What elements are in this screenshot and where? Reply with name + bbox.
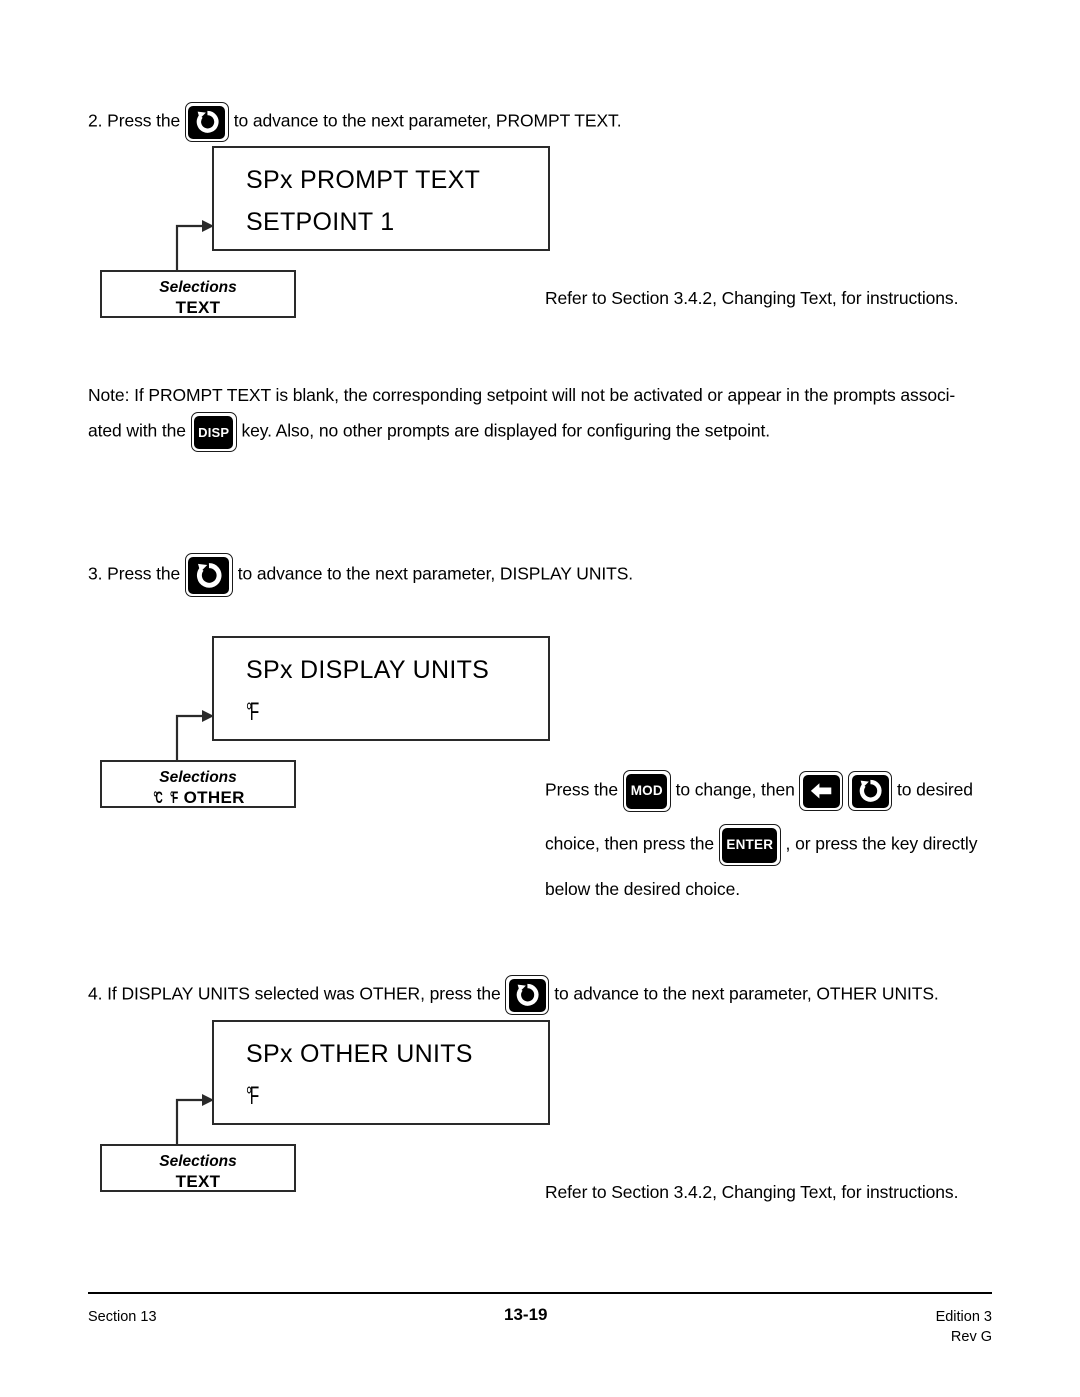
document-page: 2. Press the to advance to the next para…: [0, 0, 1080, 1397]
change-text-a: Press the: [545, 779, 619, 800]
step-2-number: 2.: [88, 110, 103, 131]
footer-page-number: 13-19: [504, 1305, 548, 1324]
selections-box-prompt-text: Selections TEXT: [100, 270, 296, 318]
lcd-degree-unit: °F: [246, 698, 259, 726]
step-4-instruction: 4. If DISPLAY UNITS selected was OTHER, …: [88, 975, 939, 1015]
selections-title: Selections: [159, 769, 237, 786]
step-2-refer-note: Refer to Section 3.4.2, Changing Text, f…: [545, 288, 959, 308]
change-text-c: to desired: [897, 779, 973, 800]
step-4-number: 4.: [88, 983, 103, 1004]
footer-divider: [88, 1292, 992, 1294]
step-2-instruction: 2. Press the to advance to the next para…: [88, 102, 622, 142]
step-4-text-before: If DISPLAY UNITS selected was OTHER, pre…: [107, 983, 501, 1004]
change-text-b: to change, then: [675, 779, 795, 800]
lcd-degree-unit: °F: [246, 1082, 259, 1110]
note-line-2-before: ated with the: [88, 420, 186, 441]
change-instruction-line-3: below the desired choice.: [545, 879, 740, 899]
key-cap: ENTER: [722, 827, 778, 863]
lcd-line-2: °F: [246, 698, 263, 727]
footer-edition: Edition 3: [935, 1309, 992, 1325]
selections-box-other-units: Selections TEXT: [100, 1144, 296, 1192]
key-cap: [188, 556, 230, 594]
footer-revision: Rev G: [950, 1329, 992, 1345]
step-2-text-before: Press the: [107, 110, 181, 131]
note-line-2: ated with the DISP key. Also, no other p…: [88, 412, 770, 452]
disp-key[interactable]: DISP: [190, 412, 237, 452]
left-arrow-icon[interactable]: [799, 771, 844, 811]
step-3-text-after: to advance to the next parameter, DISPLA…: [237, 563, 634, 584]
mod-key[interactable]: MOD: [622, 770, 671, 812]
selections-box-display-units: Selections °C °F OTHER: [100, 760, 296, 808]
selections-values: TEXT: [175, 298, 221, 317]
step-3-instruction: 3. Press the to advance to the next para…: [88, 553, 633, 597]
step-3-number: 3.: [88, 563, 103, 584]
footer-section: Section 13: [88, 1309, 157, 1325]
change-text-d: choice, then press the: [545, 833, 715, 854]
key-cap: MOD: [626, 773, 668, 809]
circular-arrow-advance-icon[interactable]: [505, 975, 550, 1015]
key-cap: [851, 774, 889, 808]
lcd-display-other-units: SPx OTHER UNITS °F: [212, 1020, 550, 1125]
circular-arrow-advance-icon[interactable]: [184, 102, 229, 142]
change-instruction-line-1: Press the MOD to change, then to desired: [545, 770, 973, 812]
lcd-line-2: °F: [246, 1082, 263, 1111]
change-instruction-line-2: choice, then press the ENTER , or press …: [545, 824, 977, 866]
selections-values: °C °F OTHER: [102, 787, 294, 808]
step-4-text-after: to advance to the next parameter, OTHER …: [554, 983, 939, 1004]
note-line-1: Note: If PROMPT TEXT is blank, the corre…: [88, 385, 956, 405]
key-cap: [188, 105, 226, 139]
note-line-2-after: key. Also, no other prompts are displaye…: [241, 420, 771, 441]
lcd-line-1: SPx OTHER UNITS: [246, 1040, 473, 1068]
step-3-text-before: Press the: [107, 563, 181, 584]
lcd-display-prompt-text: SPx PROMPT TEXT SETPOINT 1: [212, 146, 550, 251]
lcd-line-1: SPx PROMPT TEXT: [246, 166, 481, 194]
lcd-display-display-units: SPx DISPLAY UNITS °F: [212, 636, 550, 741]
step-2-text-after: to advance to the next parameter, PROMPT…: [233, 110, 622, 131]
selections-title: Selections: [159, 1153, 237, 1170]
lcd-line-2: SETPOINT 1: [246, 208, 395, 236]
selection-option-fahrenheit: °F: [170, 788, 178, 807]
enter-key[interactable]: ENTER: [718, 824, 781, 866]
lcd-line-1: SPx DISPLAY UNITS: [246, 656, 490, 684]
enter-key-label: ENTER: [726, 837, 774, 853]
key-cap: DISP: [194, 415, 234, 449]
circular-arrow-advance-icon[interactable]: [848, 771, 893, 811]
selections-values: TEXT: [175, 1172, 221, 1191]
key-cap: [508, 978, 546, 1012]
mod-key-label: MOD: [630, 783, 663, 799]
selection-option-other: OTHER: [183, 788, 245, 807]
selection-option-celsius: °C: [153, 788, 163, 807]
key-cap: [802, 774, 840, 808]
circular-arrow-advance-icon[interactable]: [184, 553, 233, 597]
step-4-refer-note: Refer to Section 3.4.2, Changing Text, f…: [545, 1182, 959, 1202]
change-text-e: , or press the key directly: [785, 833, 978, 854]
selections-title: Selections: [159, 279, 237, 296]
disp-key-label: DISP: [198, 424, 230, 440]
